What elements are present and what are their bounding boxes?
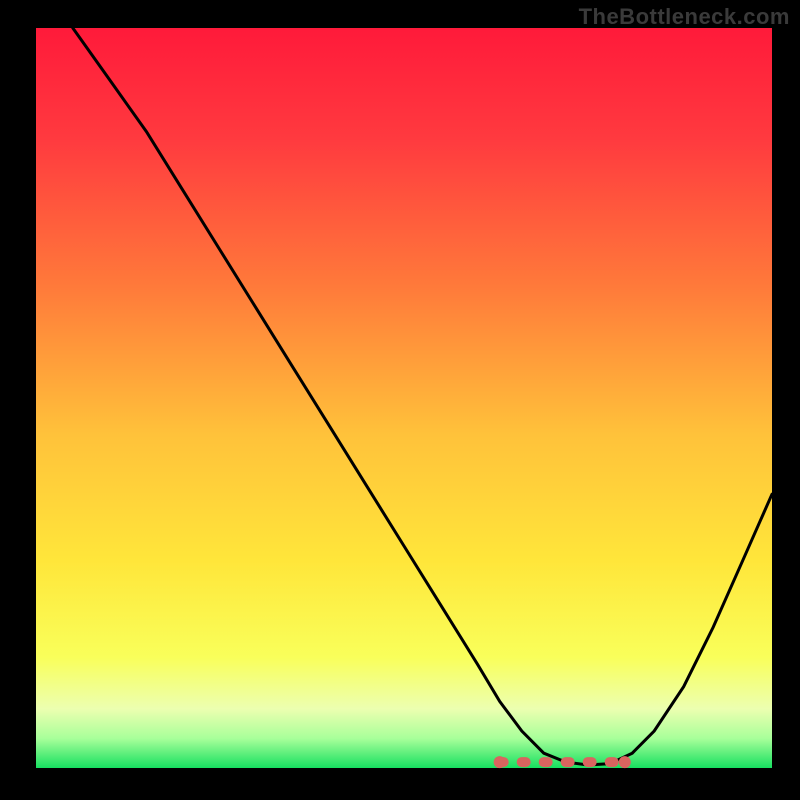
chart-frame: TheBottleneck.com xyxy=(0,0,800,800)
optimal-range-endpoint xyxy=(494,756,506,768)
plot-background xyxy=(36,28,772,768)
chart-canvas xyxy=(0,0,800,800)
optimal-range-endpoint xyxy=(619,756,631,768)
watermark-text: TheBottleneck.com xyxy=(579,4,790,30)
